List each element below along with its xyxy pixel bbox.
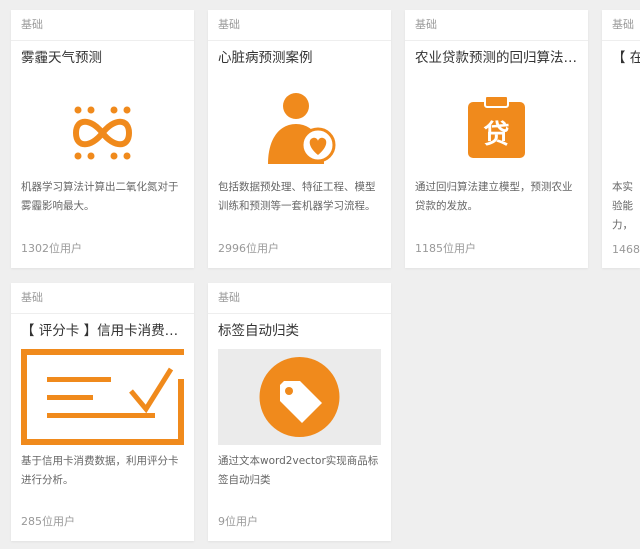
scorecard-icon [21,349,184,445]
course-card-agri-loan[interactable]: 基础 农业贷款预测的回归算法… 贷 通过回归算法建立模型，预测农业贷款的发放。 … [405,10,588,268]
price-tag-icon [218,349,381,445]
card-user-count: 285位用户 [21,515,75,528]
course-card-haze-prediction[interactable]: 基础 雾霾天气预测 机器学习算法计算出二氧化氮对于雾霾影响最大。 1302位用户 [11,10,194,268]
card-category: 基础 [208,283,391,314]
course-card-credit-scorecard[interactable]: 基础 【 评分卡 】信用卡消费分析 基于信用卡消费数据，利用评分卡进行分析。 2… [11,283,194,541]
card-title[interactable]: 农业贷款预测的回归算法… [415,49,580,67]
loan-clipboard-icon: 贷 [468,95,525,158]
card-user-count: 1468 [612,243,640,256]
course-card-tag-classify[interactable]: 基础 标签自动归类 通过文本word2vector实现商品标签自动归类 9位用户 [208,283,391,541]
card-description: 基于信用卡消费数据，利用评分卡进行分析。 [21,455,179,486]
card-title[interactable]: 标签自动归类 [218,322,383,340]
infinity-dots-icon [72,106,133,160]
card-category: 基础 [602,10,640,41]
card-description: 本实验能力，预测即 [612,181,633,231]
card-description: 通过回归算法建立模型，预测农业贷款的发放。 [415,181,573,212]
card-category: 基础 [405,10,588,41]
card-title[interactable]: 【 评分卡 】信用卡消费分析 [21,322,186,340]
svg-text:贷: 贷 [483,119,509,150]
card-description: 机器学习算法计算出二氧化氮对于雾霾影响最大。 [21,181,179,212]
card-user-count: 9位用户 [218,515,258,528]
card-user-count: 1302位用户 [21,242,82,255]
card-description: 通过文本word2vector实现商品标签自动归类 [218,455,379,486]
card-category: 基础 [11,283,194,314]
card-category: 基础 [208,10,391,41]
card-title[interactable]: 雾霾天气预测 [21,49,186,67]
doctor-heart-icon [268,93,336,164]
card-description: 包括数据预处理、特征工程、模型训练和预测等一套机器学习流程。 [218,181,376,212]
card-user-count: 2996位用户 [218,242,279,255]
card-title[interactable]: 【 在 [612,49,640,67]
card-user-count: 1185位用户 [415,242,476,255]
card-category: 基础 [11,10,194,41]
course-card-heart-disease[interactable]: 基础 心脏病预测案例 包括数据预处理、特征工程、模型训练和预测等一套机器学习流程… [208,10,391,268]
course-card-partial[interactable]: 基础 【 在 本实验能力，预测即 1468 [602,10,640,268]
card-title[interactable]: 心脏病预测案例 [218,49,383,67]
